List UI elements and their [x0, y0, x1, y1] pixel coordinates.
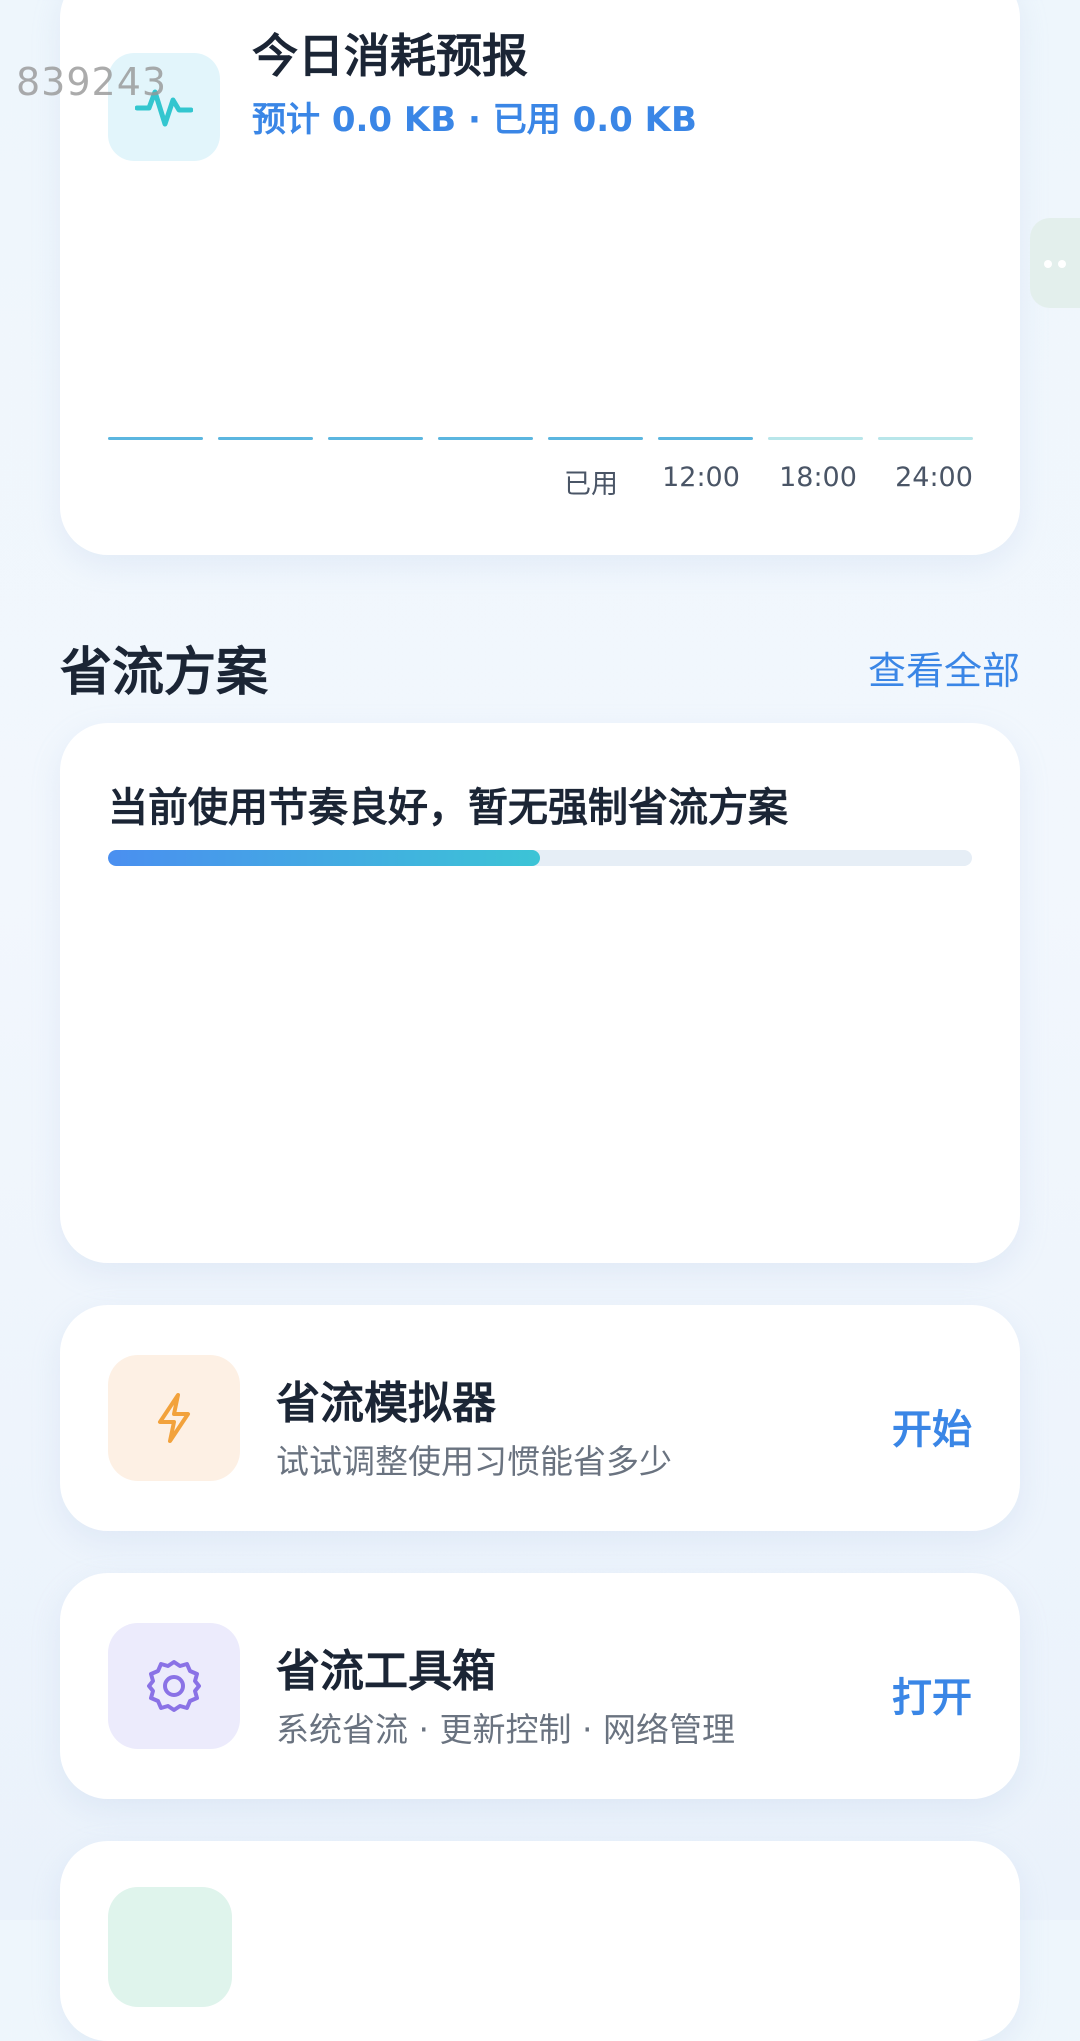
- floating-side-handle[interactable]: [1030, 218, 1080, 308]
- timeline-tick-24: 24:00: [895, 462, 973, 493]
- timeline-tick-used: 已用: [564, 469, 618, 500]
- toolbox-open-button[interactable]: 打开: [892, 1665, 972, 1723]
- forecast-title: 今日消耗预报: [252, 29, 528, 83]
- watermark-text: 839243: [16, 60, 168, 104]
- timeline-segment: [218, 437, 313, 440]
- timeline-segment: [108, 437, 203, 440]
- simulator-card[interactable]: 省流模拟器 试试调整使用习惯能省多少 开始: [60, 1305, 1020, 1531]
- view-all-link[interactable]: 查看全部: [868, 640, 1020, 695]
- handle-dot: [1058, 260, 1066, 268]
- handle-dot: [1044, 260, 1052, 268]
- timeline-segment: [878, 437, 973, 440]
- plan-progress-fill: [108, 850, 540, 866]
- simulator-title: 省流模拟器: [276, 1378, 496, 1429]
- lightning-icon: [108, 1355, 240, 1481]
- timeline-tick-18: 18:00: [779, 462, 857, 493]
- gear-icon: [108, 1623, 240, 1749]
- plan-card: 当前使用节奏良好，暂无强制省流方案: [60, 723, 1020, 1263]
- forecast-subtitle: 预计 0.0 KB · 已用 0.0 KB: [252, 100, 697, 140]
- simulator-start-button[interactable]: 开始: [892, 1397, 972, 1455]
- plan-status-text: 当前使用节奏良好，暂无强制省流方案: [108, 785, 788, 831]
- toolbox-description: 系统省流 · 更新控制 · 网络管理: [276, 1710, 735, 1749]
- section-title: 省流方案: [60, 643, 269, 703]
- simulator-description: 试试调整使用习惯能省多少: [276, 1442, 672, 1481]
- next-card-icon: [108, 1887, 232, 2007]
- toolbox-title: 省流工具箱: [276, 1646, 496, 1697]
- timeline-segment: [438, 437, 533, 440]
- toolbox-card[interactable]: 省流工具箱 系统省流 · 更新控制 · 网络管理 打开: [60, 1573, 1020, 1799]
- timeline-segment: [768, 437, 863, 440]
- forecast-card: 今日消耗预报 预计 0.0 KB · 已用 0.0 KB 已用 12:00 18…: [60, 0, 1020, 555]
- timeline-segment: [548, 437, 643, 440]
- next-card[interactable]: [60, 1841, 1020, 2041]
- plan-progress-bar: [108, 850, 972, 866]
- timeline-tick-12: 12:00: [662, 462, 740, 493]
- timeline-segment: [658, 437, 753, 440]
- timeline-segment: [328, 437, 423, 440]
